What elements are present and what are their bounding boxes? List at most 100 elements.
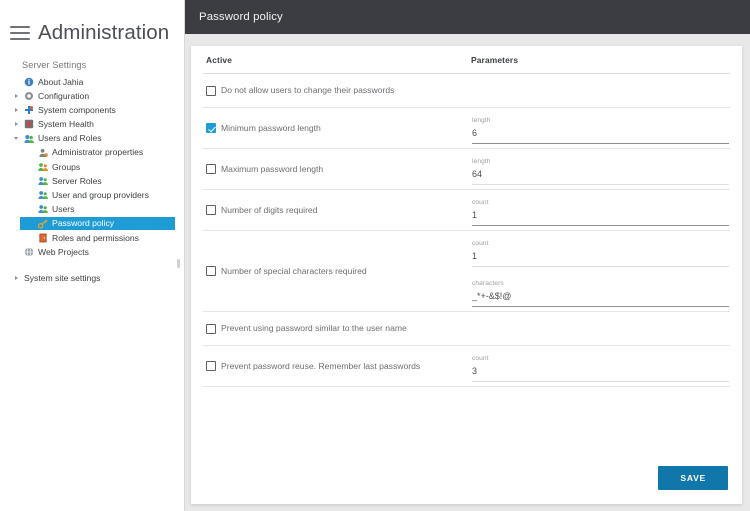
checkbox-checked-icon[interactable]: [206, 123, 216, 133]
sidebar-item-label: Password policy: [52, 218, 115, 229]
sidebar-item-users-and-roles[interactable]: Users and Roles: [0, 132, 184, 146]
sidebar-section-label: Server Settings: [22, 60, 87, 70]
policy-active-cell: Minimum password length: [203, 108, 471, 148]
sidebar-item-password-policy[interactable]: Password policy: [20, 216, 175, 231]
topbar-title: Password policy: [199, 11, 283, 23]
sidebar-item-web-projects[interactable]: Web Projects: [0, 245, 184, 259]
policy-checkbox-row[interactable]: Prevent password reuse. Remember last pa…: [206, 361, 420, 371]
provider-icon: [38, 190, 48, 200]
sidebar-brand: Administration: [0, 0, 184, 48]
policy-label: Prevent password reuse. Remember last pa…: [221, 360, 421, 371]
group-icon: [38, 162, 48, 172]
chevron-right-icon[interactable]: [15, 122, 18, 127]
sidebar-item-about-jahia[interactable]: About Jahia: [0, 75, 184, 89]
parameter-field-input[interactable]: 1: [472, 209, 729, 226]
policy-checkbox-row[interactable]: Minimum password length: [206, 123, 321, 133]
parameter-field-input[interactable]: _*+-&$!@: [472, 290, 729, 307]
sidebar-item-label: Users: [52, 204, 75, 215]
card-footer: SAVE: [191, 452, 742, 504]
policy-parameters-cell: length 64: [471, 149, 730, 189]
table-row: Minimum password length length 6: [203, 108, 730, 149]
globe-icon: [24, 247, 34, 257]
policy-parameters-cell: count 1: [471, 190, 730, 230]
policy-label: Number of special characters required: [221, 265, 367, 276]
table-row: Number of digits required count 1: [203, 190, 730, 231]
parameter-field-input[interactable]: 64: [472, 168, 729, 185]
policy-checkbox-row[interactable]: Maximum password length: [206, 164, 323, 174]
chevron-right-icon[interactable]: [15, 107, 18, 112]
parameter-field: count 3: [472, 346, 729, 386]
policy-active-cell: Prevent using password similar to the us…: [203, 312, 471, 345]
parameter-field: length 64: [472, 149, 729, 189]
table-row: Number of special characters required cou…: [203, 231, 730, 312]
users-icon: [24, 134, 34, 144]
health-icon: [24, 119, 34, 129]
chevron-down-icon[interactable]: [14, 137, 18, 141]
chevron-right-icon[interactable]: [15, 93, 18, 98]
sidebar-tree: About Jahia Configuration System component…: [0, 75, 184, 259]
sidebar-item-configuration[interactable]: Configuration: [0, 89, 184, 103]
sidebar-item-system-components[interactable]: System components: [0, 103, 184, 117]
sidebar-item-label: User and group providers: [52, 190, 149, 200]
chevron-right-icon: [15, 276, 18, 281]
sidebar-collapse-handle[interactable]: [177, 259, 180, 268]
sidebar-item-system-health[interactable]: System Health: [0, 118, 184, 132]
parameter-field-label: count: [472, 355, 489, 362]
parameter-field-label: length: [472, 117, 491, 124]
sidebar-item-label: Server Roles: [52, 175, 102, 186]
policy-checkbox-row[interactable]: Number of special characters required: [206, 266, 367, 276]
admin-app: Administration Server Settings About Jah…: [0, 0, 750, 511]
checkbox-unchecked-icon[interactable]: [206, 323, 216, 334]
table-row: Prevent password reuse. Remember last pa…: [203, 346, 730, 387]
users-small-icon: [38, 204, 48, 214]
key-icon: [38, 219, 48, 229]
checkbox-unchecked-icon[interactable]: [206, 205, 216, 215]
policy-label: Prevent using password similar to the us…: [221, 323, 407, 334]
permissions-icon: [38, 233, 48, 243]
policy-checkbox-row[interactable]: Prevent using password similar to the us…: [206, 323, 407, 334]
policy-active-cell: Number of special characters required: [203, 231, 471, 311]
sidebar-item-user-and-group-providers[interactable]: User and group providers: [0, 189, 184, 203]
sidebar-item-label: System site settings: [24, 273, 101, 284]
policy-checkbox-row[interactable]: Number of digits required: [206, 205, 318, 215]
sidebar-item-label: System components: [38, 104, 116, 115]
policy-active-cell: Number of digits required: [203, 190, 471, 230]
parameter-field-label: length: [472, 158, 491, 165]
sidebar-item-system-site-settings[interactable]: System site settings: [0, 272, 100, 285]
sidebar-item-label: System Health: [38, 119, 94, 130]
sidebar: Administration Server Settings About Jah…: [0, 0, 185, 511]
checkbox-unchecked-icon[interactable]: [206, 266, 216, 276]
checkbox-unchecked-icon[interactable]: [206, 361, 216, 371]
parameter-field: characters _*+-&$!@: [472, 271, 729, 311]
parameter-field: count 1: [472, 231, 729, 271]
policy-label: Minimum password length: [221, 122, 321, 133]
sidebar-item-administrator-properties[interactable]: Administrator properties: [0, 146, 184, 160]
table-row: Prevent using password similar to the us…: [203, 312, 730, 346]
checkbox-unchecked-icon[interactable]: [206, 85, 216, 96]
sidebar-item-groups[interactable]: Groups: [0, 160, 184, 174]
sidebar-item-label: Administrator properties: [52, 147, 144, 158]
gear-icon: [24, 91, 34, 101]
policy-active-cell: Maximum password length: [203, 149, 471, 189]
policy-label: Number of digits required: [221, 204, 318, 215]
sidebar-item-label: Groups: [52, 161, 81, 172]
parameter-field-label: count: [472, 199, 489, 206]
page-title: Administration: [38, 20, 170, 44]
parameter-field-input[interactable]: 3: [472, 365, 729, 382]
sidebar-item-roles-and-permissions[interactable]: Roles and permissions: [0, 231, 184, 245]
sidebar-item-server-roles[interactable]: Server Roles: [0, 174, 184, 188]
policy-active-cell: Prevent password reuse. Remember last pa…: [203, 346, 471, 386]
policy-checkbox-row[interactable]: Do not allow users to change their passw…: [206, 85, 394, 96]
checkbox-unchecked-icon[interactable]: [206, 164, 216, 174]
sidebar-item-label: Roles and permissions: [52, 232, 139, 243]
table-row: Do not allow users to change their passw…: [203, 74, 730, 108]
parameter-field-input[interactable]: 1: [472, 250, 729, 267]
parameter-field-input[interactable]: 6: [472, 127, 729, 144]
puzzle-icon: [24, 105, 34, 115]
sidebar-item-label: About Jahia: [38, 76, 84, 87]
sidebar-item-users[interactable]: Users: [0, 203, 184, 217]
hamburger-icon[interactable]: [10, 26, 30, 40]
parameter-field: length 6: [472, 108, 729, 148]
table-header: Active Parameters: [203, 46, 730, 74]
save-button[interactable]: SAVE: [658, 466, 728, 490]
